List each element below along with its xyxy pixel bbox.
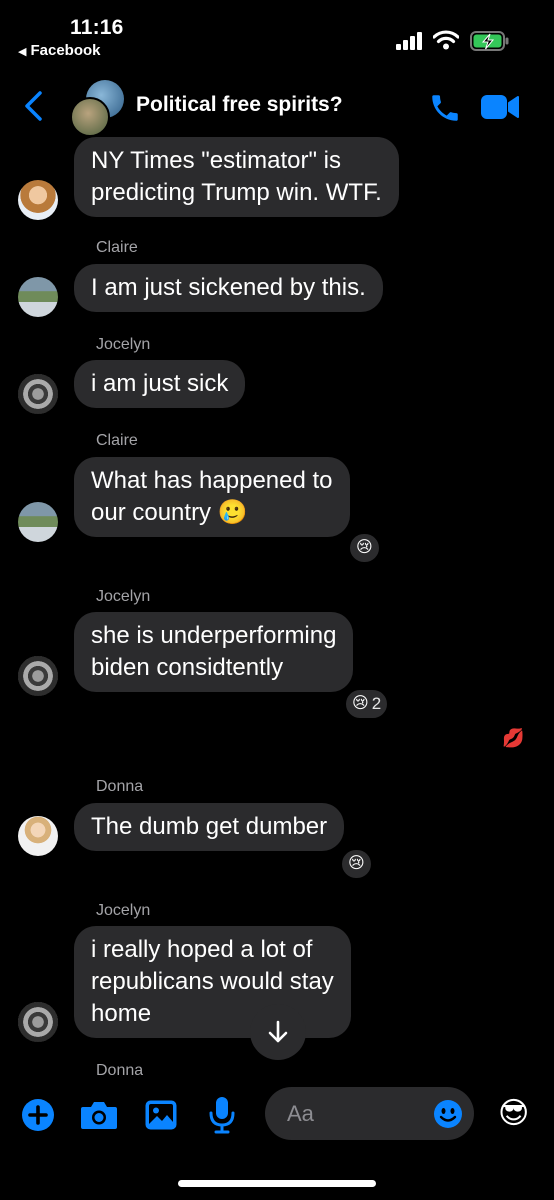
message-bubble[interactable]: What has happened to our country 🥲 xyxy=(74,457,350,537)
sender-name: Claire xyxy=(96,239,138,256)
smiley-icon xyxy=(434,1100,462,1128)
microphone-icon xyxy=(209,1097,235,1134)
phone-icon xyxy=(432,95,458,121)
emoji-picker-button[interactable] xyxy=(433,1099,463,1134)
message-input-placeholder: Aa xyxy=(287,1101,314,1126)
crying-face-reaction: 😢 xyxy=(356,539,373,556)
message-bubble[interactable]: i really hoped a lot of republicans woul… xyxy=(74,926,351,1038)
sender-name: Donna xyxy=(96,778,144,795)
status-time: 11:16 xyxy=(70,16,124,39)
sender-name-partial: Donna xyxy=(96,1062,144,1076)
message-bubble[interactable]: she is underperforming biden considtentl… xyxy=(74,612,354,692)
camera-icon xyxy=(81,1102,117,1129)
scroll-to-bottom-button[interactable] xyxy=(250,1004,306,1060)
sender-avatar[interactable] xyxy=(18,277,58,317)
quick-emoji-button[interactable]: 😎 xyxy=(498,1096,529,1131)
seen-indicator-icon: 💋 xyxy=(502,728,525,748)
arrow-down-icon xyxy=(268,1020,288,1043)
back-app-label: Facebook xyxy=(30,42,101,59)
back-triangle-icon: ◀ xyxy=(18,46,27,58)
voice-message-button[interactable] xyxy=(208,1096,236,1139)
reaction-badge[interactable]: 😢 xyxy=(348,532,381,564)
video-camera-icon xyxy=(481,95,519,119)
sender-avatar[interactable] xyxy=(18,816,58,856)
crying-face-reaction: 😢 xyxy=(352,695,369,712)
reaction-count: 2 xyxy=(371,694,382,713)
message-bubble[interactable]: I am just sickened by this. xyxy=(74,264,383,312)
wifi-icon xyxy=(432,30,460,55)
sender-name: Jocelyn xyxy=(96,336,151,353)
sender-name: Jocelyn xyxy=(96,902,151,919)
sender-avatar[interactable] xyxy=(18,374,58,414)
back-button[interactable] xyxy=(22,90,44,127)
conversation-title[interactable]: Political free spirits? xyxy=(136,93,343,117)
video-call-button[interactable] xyxy=(480,94,520,125)
plus-circle-icon xyxy=(22,1099,54,1131)
reaction-badge[interactable]: 😢 xyxy=(340,848,373,880)
image-icon xyxy=(145,1100,177,1130)
sender-avatar[interactable] xyxy=(18,502,58,542)
chevron-left-icon xyxy=(25,91,42,121)
sender-avatar[interactable] xyxy=(18,656,58,696)
gallery-button[interactable] xyxy=(144,1099,178,1136)
message-bubble[interactable]: i am just sick xyxy=(74,360,246,408)
back-to-app-link[interactable]: ◀ Facebook xyxy=(18,42,101,59)
battery-charging-icon xyxy=(470,30,510,57)
camera-button[interactable] xyxy=(80,1099,118,1136)
call-button[interactable] xyxy=(428,91,462,130)
sender-name: Jocelyn xyxy=(96,588,151,605)
add-button[interactable] xyxy=(21,1098,55,1137)
crying-face-reaction: 😢 xyxy=(348,855,365,872)
cellular-signal-icon xyxy=(396,32,424,55)
sender-avatar[interactable] xyxy=(18,180,58,220)
message-bubble[interactable]: NY Times "estimator" is predicting Trump… xyxy=(74,137,399,217)
sender-name: Claire xyxy=(96,432,138,449)
reaction-badge[interactable]: 😢 2 xyxy=(344,688,390,720)
sender-avatar[interactable] xyxy=(18,1002,58,1042)
message-bubble[interactable]: The dumb get dumber xyxy=(74,803,345,851)
message-input[interactable]: Aa xyxy=(265,1087,474,1140)
group-avatar-secondary[interactable] xyxy=(70,97,110,137)
home-indicator xyxy=(178,1180,376,1187)
